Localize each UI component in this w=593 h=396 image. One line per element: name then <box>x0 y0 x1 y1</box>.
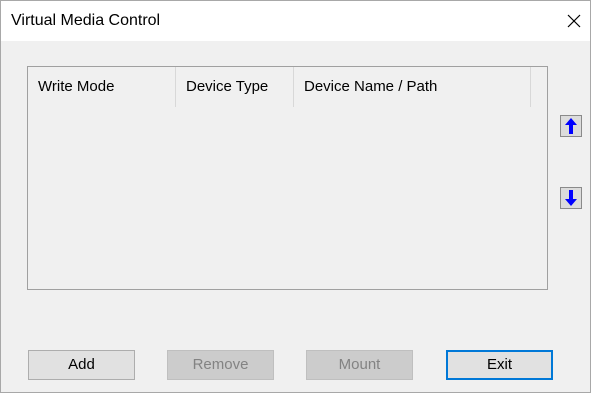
column-header-device-name-path[interactable]: Device Name / Path <box>294 67 531 107</box>
add-button[interactable]: Add <box>28 350 135 380</box>
column-label: Write Mode <box>38 78 115 95</box>
device-list[interactable]: Write Mode Device Type Device Name / Pat… <box>27 66 548 290</box>
exit-button[interactable]: Exit <box>446 350 553 380</box>
mount-button[interactable]: Mount <box>306 350 413 380</box>
column-header-write-mode[interactable]: Write Mode <box>28 67 176 107</box>
move-up-button[interactable] <box>560 115 582 137</box>
virtual-media-dialog: Virtual Media Control Write Mode Device … <box>0 0 591 393</box>
column-label: Device Name / Path <box>304 78 438 95</box>
arrow-down-icon <box>565 190 577 206</box>
column-label: Device Type <box>186 78 269 95</box>
remove-button[interactable]: Remove <box>167 350 274 380</box>
window-title: Virtual Media Control <box>11 12 161 29</box>
list-header: Write Mode Device Type Device Name / Pat… <box>28 67 547 107</box>
column-header-device-type[interactable]: Device Type <box>176 67 294 107</box>
arrow-up-icon <box>565 118 577 134</box>
close-icon[interactable] <box>562 9 586 33</box>
title-bar: Virtual Media Control <box>1 1 590 41</box>
move-down-button[interactable] <box>560 187 582 209</box>
